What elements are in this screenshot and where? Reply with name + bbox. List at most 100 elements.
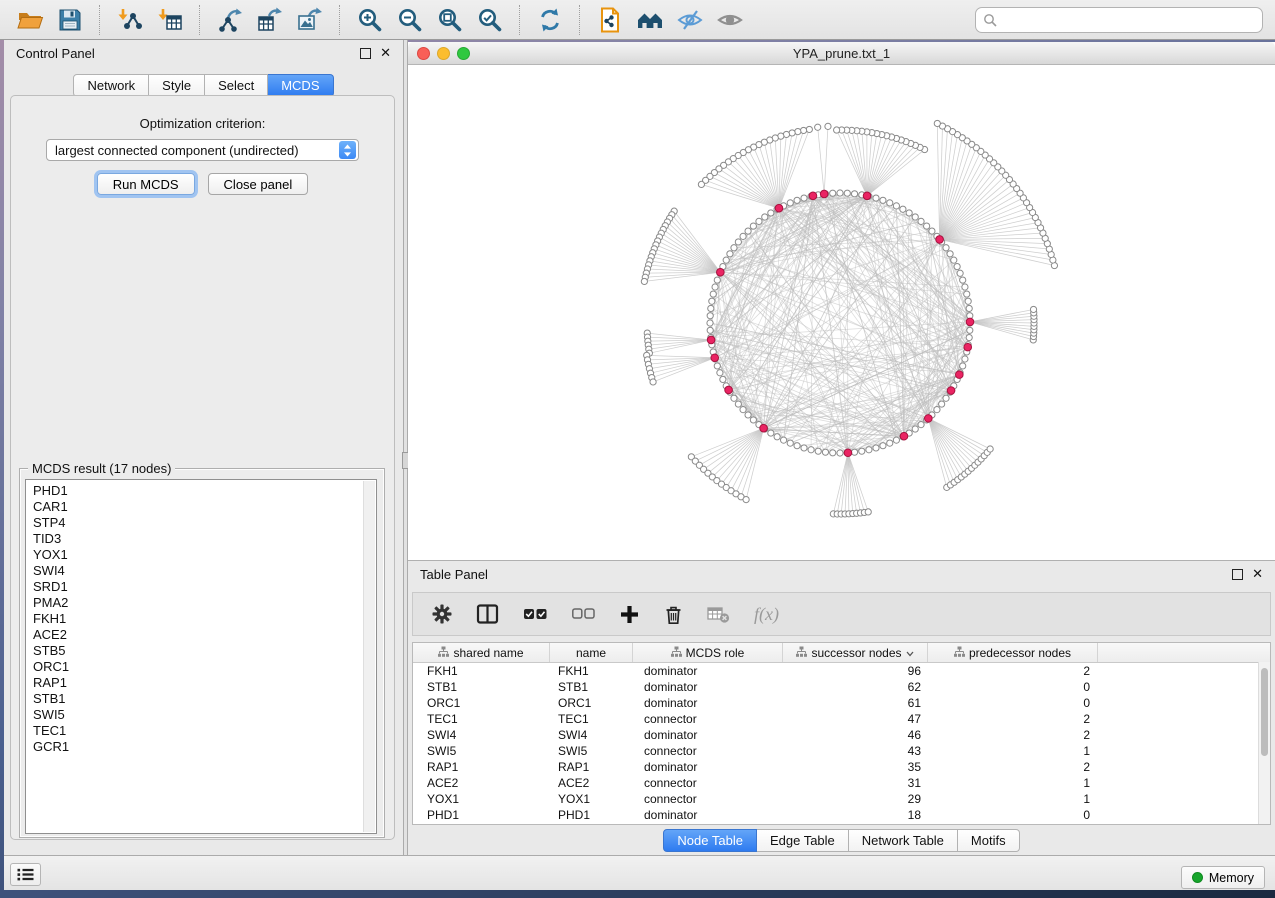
list-item[interactable]: STB5: [33, 643, 376, 659]
list-icon: [17, 868, 34, 881]
optimization-criterion-value: largest connected component (undirected): [55, 143, 299, 158]
list-item[interactable]: RAP1: [33, 675, 376, 691]
network-window-title: YPA_prune.txt_1: [408, 46, 1275, 61]
list-item[interactable]: PMA2: [33, 595, 376, 611]
list-item[interactable]: ORC1: [33, 659, 376, 675]
optimization-criterion-select[interactable]: largest connected component (undirected): [46, 139, 359, 161]
tab-network[interactable]: Network: [73, 74, 149, 97]
table-settings-icon[interactable]: [431, 603, 453, 625]
task-history-button[interactable]: [10, 863, 41, 886]
search-icon: [983, 13, 997, 27]
tab-style[interactable]: Style: [149, 74, 205, 97]
save-icon[interactable]: [53, 3, 87, 37]
table-header-row: shared namenameMCDS rolesuccessor nodesp…: [413, 643, 1270, 663]
float-panel-icon[interactable]: [360, 48, 371, 59]
network-canvas[interactable]: [408, 65, 1275, 560]
deselect-all-icon[interactable]: [571, 603, 596, 625]
toolbar-separator: [199, 5, 201, 35]
import-table-icon[interactable]: [153, 3, 187, 37]
table-row[interactable]: TEC1TEC1connector472: [413, 711, 1270, 727]
search-input[interactable]: [1002, 11, 1262, 28]
show-graphics-details-icon[interactable]: [713, 3, 747, 37]
svg-text:f(x): f(x): [754, 604, 779, 625]
toolbar-separator: [579, 5, 581, 35]
share-document-icon[interactable]: [593, 3, 627, 37]
export-table-icon[interactable]: [253, 3, 287, 37]
column-header-predecessor-nodes[interactable]: predecessor nodes: [928, 643, 1098, 662]
hide-graphics-details-icon[interactable]: [673, 3, 707, 37]
show-columns-icon[interactable]: [476, 603, 500, 625]
network-graph[interactable]: [408, 65, 1275, 560]
export-network-icon[interactable]: [213, 3, 247, 37]
list-item[interactable]: STP4: [33, 515, 376, 531]
list-scrollbar[interactable]: [363, 481, 375, 832]
float-panel-icon[interactable]: [1232, 569, 1243, 580]
tab-motifs[interactable]: Motifs: [958, 829, 1020, 852]
scrollbar-thumb[interactable]: [1261, 668, 1268, 756]
table-toolbar: f(x): [412, 592, 1271, 636]
tab-mcds[interactable]: MCDS: [268, 74, 333, 97]
network-window-titlebar: YPA_prune.txt_1: [408, 42, 1275, 65]
zoom-fit-icon[interactable]: [433, 3, 467, 37]
list-item[interactable]: SWI4: [33, 563, 376, 579]
optimization-criterion-label: Optimization criterion:: [11, 116, 394, 131]
open-icon[interactable]: [13, 3, 47, 37]
list-item[interactable]: TID3: [33, 531, 376, 547]
delete-row-icon[interactable]: [663, 603, 684, 625]
table-scrollbar[interactable]: [1258, 662, 1270, 824]
clear-table-icon[interactable]: [707, 604, 730, 624]
toolbar-separator: [519, 5, 521, 35]
table-row[interactable]: STB1STB1dominator620: [413, 679, 1270, 695]
tab-node-table[interactable]: Node Table: [663, 829, 757, 852]
zoom-in-icon[interactable]: [353, 3, 387, 37]
refresh-icon[interactable]: [533, 3, 567, 37]
tab-network-table[interactable]: Network Table: [849, 829, 958, 852]
search-network-icon[interactable]: [633, 3, 667, 37]
list-item[interactable]: TEC1: [33, 723, 376, 739]
tree-icon: [954, 646, 965, 660]
column-header-name[interactable]: name: [550, 643, 633, 662]
table-row[interactable]: RAP1RAP1dominator352: [413, 759, 1270, 775]
mcds-tab-content: Optimization criterion: largest connecte…: [10, 95, 395, 840]
search-box[interactable]: [975, 7, 1263, 33]
tab-edge-table[interactable]: Edge Table: [757, 829, 849, 852]
list-item[interactable]: GCR1: [33, 739, 376, 755]
list-item[interactable]: SRD1: [33, 579, 376, 595]
select-all-icon[interactable]: [523, 603, 548, 625]
list-item[interactable]: PHD1: [33, 483, 376, 499]
table-row[interactable]: SWI4SWI4dominator462: [413, 727, 1270, 743]
list-item[interactable]: ACE2: [33, 627, 376, 643]
table-panel-header: Table Panel ✕: [408, 561, 1275, 587]
control-panel: Control Panel ✕ NetworkStyleSelectMCDS O…: [4, 40, 403, 855]
tab-select[interactable]: Select: [205, 74, 268, 97]
column-header-MCDS-role[interactable]: MCDS role: [633, 643, 783, 662]
export-image-icon[interactable]: [293, 3, 327, 37]
list-item[interactable]: CAR1: [33, 499, 376, 515]
list-item[interactable]: YOX1: [33, 547, 376, 563]
table-row[interactable]: ORC1ORC1dominator610: [413, 695, 1270, 711]
table-panel-title: Table Panel: [420, 567, 488, 582]
add-row-icon[interactable]: [619, 604, 640, 625]
column-header-shared-name[interactable]: shared name: [413, 643, 550, 662]
table-row[interactable]: SWI5SWI5connector431: [413, 743, 1270, 759]
list-item[interactable]: FKH1: [33, 611, 376, 627]
function-builder-icon[interactable]: f(x): [753, 602, 789, 626]
table-row[interactable]: FKH1FKH1dominator962: [413, 663, 1270, 679]
memory-button[interactable]: Memory: [1181, 866, 1265, 889]
main-toolbar: [0, 0, 1275, 40]
list-item[interactable]: SWI5: [33, 707, 376, 723]
table-tabs: Node TableEdge TableNetwork TableMotifs: [408, 829, 1275, 852]
column-header-successor-nodes[interactable]: successor nodes: [783, 643, 928, 662]
zoom-out-icon[interactable]: [393, 3, 427, 37]
network-window: YPA_prune.txt_1: [408, 42, 1275, 560]
close-panel-icon[interactable]: ✕: [380, 48, 391, 58]
table-row[interactable]: YOX1YOX1connector291: [413, 791, 1270, 807]
close-panel-button[interactable]: Close panel: [208, 173, 309, 195]
list-item[interactable]: STB1: [33, 691, 376, 707]
table-row[interactable]: PHD1PHD1dominator180: [413, 807, 1270, 823]
close-panel-icon[interactable]: ✕: [1252, 569, 1263, 579]
run-mcds-button[interactable]: Run MCDS: [97, 173, 195, 195]
table-row[interactable]: ACE2ACE2connector311: [413, 775, 1270, 791]
zoom-selected-icon[interactable]: [473, 3, 507, 37]
import-network-icon[interactable]: [113, 3, 147, 37]
